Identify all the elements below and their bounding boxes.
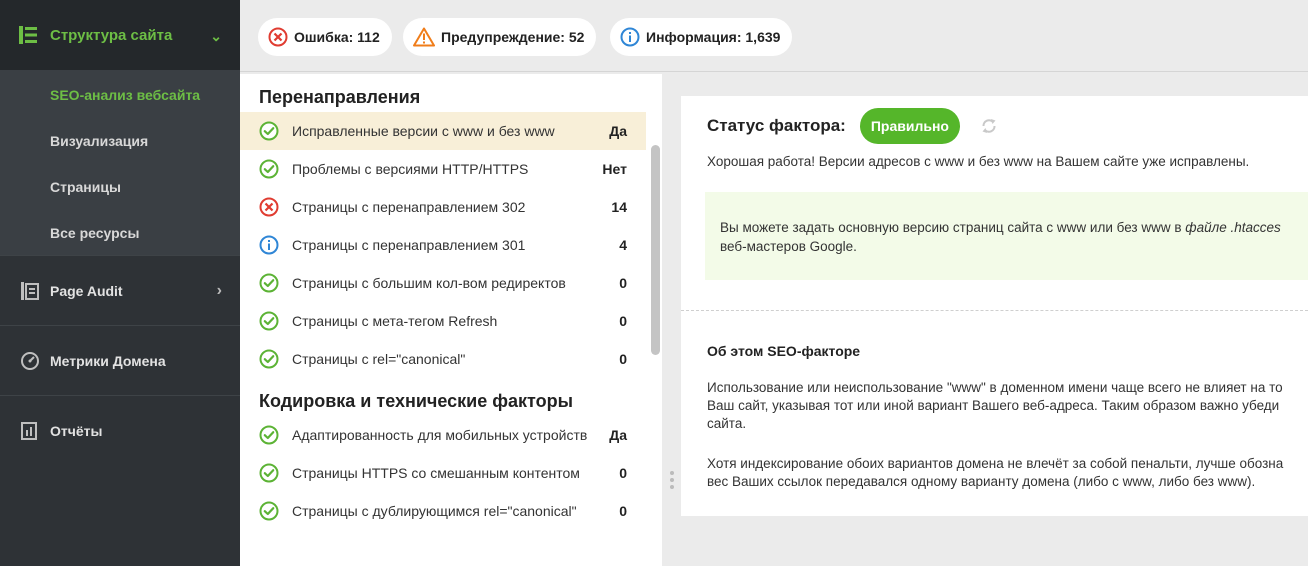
status-label: Статус фактора: [707,116,846,135]
factor-row[interactable]: Страницы с мета-тегом Refresh 0 [240,302,646,340]
factor-label: Страницы с перенаправлением 302 [292,199,526,215]
factor-value: Да [609,123,627,139]
sidebar-subitem-seo-analysis[interactable]: SEO-анализ вебсайта [0,72,240,118]
factor-row[interactable]: Страницы с перенаправлением 301 4 [240,226,646,264]
tip-file-link: файле .htacces [1185,220,1281,235]
section-title-encoding: Кодировка и технические факторы [259,391,573,411]
summary-bar: Ошибка: 112 Предупреждение: 52 Информаци… [240,0,1308,72]
factor-value: 14 [611,199,627,215]
ok-check-icon [259,501,279,521]
tip-text-line2: веб-мастеров Google. [720,239,857,254]
refresh-icon[interactable] [980,117,998,135]
status-description: Хорошая работа! Версии адресов с www и б… [707,154,1250,169]
factor-value: 4 [619,237,627,253]
reports-icon [20,421,40,441]
factor-row[interactable]: Адаптированность для мобильных устройств… [240,416,646,454]
recommendation-box: Вы можете задать основную версию страниц… [705,192,1308,280]
about-title: Об этом SEO-факторе [707,343,861,359]
status-badge: Правильно [859,108,960,144]
factor-row[interactable]: Страницы с большим кол-вом редиректов 0 [240,264,646,302]
sidebar-subitem-pages[interactable]: Страницы [0,164,240,210]
factor-row[interactable]: Страницы с перенаправлением 302 14 [240,188,646,226]
info-icon [259,235,279,255]
structure-icon [18,25,38,45]
factor-value: 0 [619,465,627,481]
sidebar-subitem-all-resources[interactable]: Все ресурсы [0,210,240,256]
sidebar-item-label: Отчёты [50,422,103,439]
factor-label: Адаптированность для мобильных устройств [292,427,588,443]
tip-text: Вы можете задать основную версию страниц… [720,220,1186,235]
chevron-down-icon: ⌄ [210,28,222,44]
info-icon [620,27,640,47]
about-paragraph: Хотя индексирование обоих вариантов доме… [707,455,1283,491]
factor-label: Страницы с rel="canonical" [292,351,466,367]
sidebar-item-site-structure[interactable]: Структура сайта ⌄ [0,0,240,70]
panel-resize-handle[interactable] [670,471,676,493]
factor-label: Страницы с большим кол-вом редиректов [292,275,566,291]
page-audit-icon [20,281,40,301]
ok-check-icon [259,349,279,369]
factor-detail-panel: Статус фактора: Правильно Хорошая работа… [681,96,1308,516]
factor-value: 0 [619,313,627,329]
factor-label: Исправленные версии с www и без www [292,123,555,139]
sidebar-submenu: SEO-анализ вебсайта Визуализация Страниц… [0,70,240,255]
factor-label: Страницы HTTPS со смешанным контентом [292,465,580,481]
warnings-filter-button[interactable]: Предупреждение: 52 [403,18,597,56]
about-line: Ваш сайт, указывая тот или иной вариант … [707,398,1280,413]
factor-label: Проблемы с версиями HTTP/HTTPS [292,161,529,177]
factor-value: Нет [602,161,627,177]
factor-value: Да [609,427,627,443]
error-icon [259,197,279,217]
sidebar-item-domain-metrics[interactable]: Метрики Домена [0,325,240,395]
status-row: Статус фактора: Правильно [707,108,998,144]
sidebar-header-label: Структура сайта [50,26,173,44]
ok-check-icon [259,159,279,179]
about-paragraph: Использование или неиспользование "www" … [707,379,1283,433]
section-title-redirects: Перенаправления [259,87,421,107]
factor-row[interactable]: Страницы с rel="canonical" 0 [240,340,646,378]
warning-icon [413,27,435,47]
list-scrollbar[interactable] [651,145,660,355]
info-count: Информация: 1,639 [646,29,781,45]
sidebar: Структура сайта ⌄ SEO-анализ вебсайта Ви… [0,0,240,566]
sidebar-subitem-visualization[interactable]: Визуализация [0,118,240,164]
sidebar-item-reports[interactable]: Отчёты [0,395,240,465]
ok-check-icon [259,425,279,445]
error-icon [268,27,288,47]
factor-value: 0 [619,351,627,367]
factor-row[interactable]: Исправленные версии с www и без www Да [240,112,646,150]
sidebar-item-label: Метрики Домена [50,352,166,369]
factor-row[interactable]: Страницы с дублирующимся rel="canonical"… [240,492,646,530]
factor-list: Перенаправления Исправленные версии с ww… [240,74,662,566]
ok-check-icon [259,121,279,141]
ok-check-icon [259,463,279,483]
sidebar-item-page-audit[interactable]: Page Audit › [0,255,240,325]
factor-value: 0 [619,503,627,519]
about-line: Хотя индексирование обоих вариантов доме… [707,456,1284,471]
factor-value: 0 [619,275,627,291]
factor-label: Страницы с дублирующимся rel="canonical" [292,503,577,519]
about-line: Использование или неиспользование "www" … [707,380,1283,395]
factor-row[interactable]: Проблемы с версиями HTTP/HTTPS Нет [240,150,646,188]
about-line: вес Ваших ссылок передавался одному вари… [707,474,1256,489]
divider [681,310,1308,311]
errors-count: Ошибка: 112 [294,29,380,45]
ok-check-icon [259,311,279,331]
chevron-right-icon: › [216,281,222,299]
factor-row[interactable]: Страницы HTTPS со смешанным контентом 0 [240,454,646,492]
warnings-count: Предупреждение: 52 [441,29,585,45]
factor-label: Страницы с перенаправлением 301 [292,237,526,253]
info-filter-button[interactable]: Информация: 1,639 [610,18,793,56]
sidebar-item-label: Page Audit [50,282,123,299]
gauge-icon [20,351,40,371]
factor-label: Страницы с мета-тегом Refresh [292,313,498,329]
errors-filter-button[interactable]: Ошибка: 112 [258,18,392,56]
about-line: сайта. [707,416,747,431]
ok-check-icon [259,273,279,293]
